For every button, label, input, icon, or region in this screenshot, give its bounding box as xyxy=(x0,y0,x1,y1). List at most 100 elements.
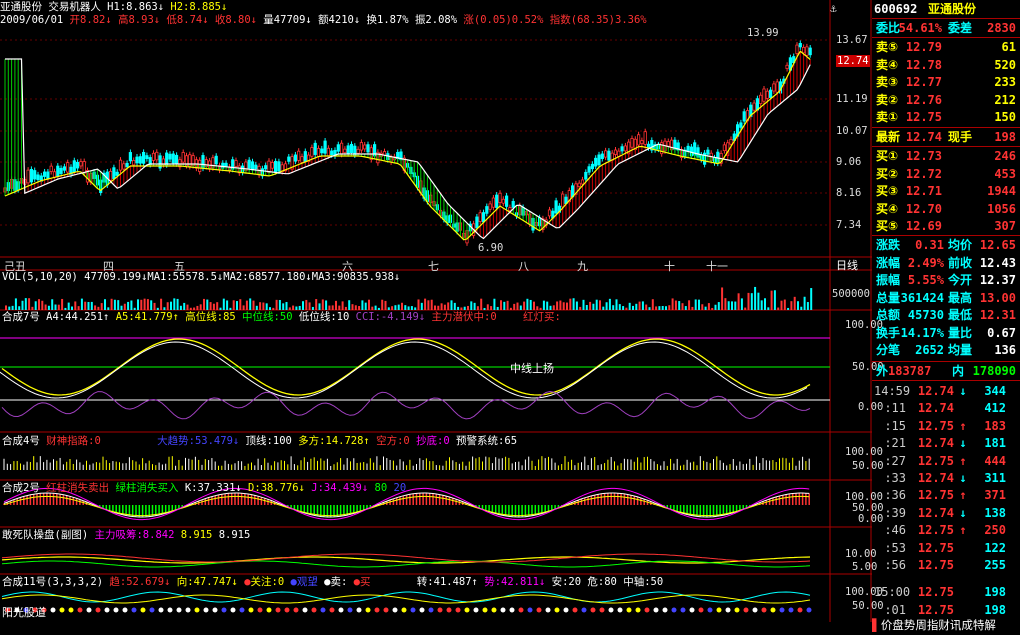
tick-price: 12.75 xyxy=(917,418,954,433)
chart-mark xyxy=(335,300,337,310)
chart-mark xyxy=(51,299,54,310)
chart-mark xyxy=(293,607,299,613)
chart-mark xyxy=(727,301,730,310)
chart-mark xyxy=(443,304,446,310)
chart-mark xyxy=(590,607,596,613)
volume-bars xyxy=(5,286,813,310)
date-tick: 八 xyxy=(518,260,529,273)
chart-mark xyxy=(236,301,238,310)
stat-value: 5.55% xyxy=(907,273,944,287)
chart-mark xyxy=(381,299,384,310)
chart-mark xyxy=(803,296,806,310)
stat-row: 振幅 5.55% 今开 12.37 xyxy=(872,272,1020,288)
chart-mark xyxy=(117,300,120,310)
chart-mark xyxy=(179,305,182,310)
chart-mark xyxy=(523,301,526,310)
chart-mark xyxy=(437,607,443,613)
tick-time: :15 xyxy=(884,418,906,433)
ind1-cci-line xyxy=(1,390,811,420)
chart-mark xyxy=(747,292,750,310)
chart-mark xyxy=(273,160,278,173)
chart-mark xyxy=(130,300,133,310)
chart-mark xyxy=(239,299,242,310)
chart-mark xyxy=(622,306,625,310)
chart-mark xyxy=(752,102,756,111)
chart-mark xyxy=(519,305,522,310)
chart-mark xyxy=(248,607,254,613)
ind1-header: 合成7号 A4:44.251↑ A5:41.779↑ 高位线:85 中位线:50… xyxy=(2,311,561,324)
chart-mark xyxy=(165,152,169,166)
chart-mark xyxy=(417,299,420,310)
chart-mark xyxy=(158,607,164,613)
tick-volume: 183 xyxy=(984,418,1006,433)
tick-time: :01 xyxy=(884,602,906,617)
chart-mark xyxy=(608,607,614,613)
chart-mark xyxy=(793,296,796,310)
chart-mark xyxy=(264,165,268,170)
chart-mark xyxy=(71,306,73,310)
chart-mark xyxy=(257,607,263,613)
chart-mark xyxy=(252,300,255,310)
chart-mark xyxy=(349,143,354,153)
chart-mark xyxy=(59,167,63,174)
chart-mark xyxy=(440,303,443,310)
row-price: 12.69 xyxy=(905,219,942,233)
ind2-df: 多方:14.728↑ xyxy=(298,435,370,447)
chart-mark xyxy=(788,607,794,613)
stock-name-panel: 亚通股份 xyxy=(928,2,977,16)
chart-mark xyxy=(196,305,199,310)
tick-row: :01 12.75 198 xyxy=(872,602,1020,618)
chart-mark xyxy=(170,301,172,310)
buy-level-row: 买② 12.72 453 xyxy=(872,166,1020,182)
period-button[interactable]: 日线 xyxy=(836,257,858,273)
chart-mark xyxy=(608,298,611,310)
chart-mark xyxy=(392,607,398,613)
chart-mark xyxy=(36,174,40,180)
tick-volume: 344 xyxy=(984,384,1006,398)
chart-mark xyxy=(354,305,357,310)
chart-mark xyxy=(529,299,532,310)
chart-mark xyxy=(797,607,803,613)
tick-time: :53 xyxy=(884,540,906,555)
bottom-tabs-label[interactable]: 价盘势周指财讯成特解 xyxy=(881,618,996,632)
tick-volume: 255 xyxy=(984,558,1006,572)
anchor-icon[interactable]: ⚓ xyxy=(830,2,837,15)
chart-mark xyxy=(701,304,704,310)
high-mark: 13.99 xyxy=(747,27,779,39)
chart-mark xyxy=(305,299,308,310)
chart-mark xyxy=(509,607,515,613)
stat-label: 换手 xyxy=(876,325,901,340)
ind4-line-a xyxy=(1,556,811,564)
chart-mark xyxy=(785,64,789,69)
tick-price: 12.75 xyxy=(917,602,954,617)
tick-price: 12.75 xyxy=(917,585,954,600)
chart-mark xyxy=(311,306,314,310)
chart-mark xyxy=(401,302,403,310)
chart-mark xyxy=(303,151,307,163)
row-volume: 1944 xyxy=(987,184,1016,198)
chart-mark xyxy=(374,607,380,613)
tick-row: :15 12.75 ↑ 183 xyxy=(872,418,1020,434)
chart-mark xyxy=(478,212,482,222)
chart-mark xyxy=(711,307,714,310)
chart-mark xyxy=(486,304,489,310)
chart-mark xyxy=(84,301,87,310)
chart-mark xyxy=(143,298,146,310)
chart-mark xyxy=(100,303,103,310)
chart-mark xyxy=(160,298,163,310)
stat-value: 12.65 xyxy=(979,238,1016,252)
stat-label: 总额 xyxy=(876,308,901,322)
chart-mark xyxy=(287,156,291,162)
chart-mark xyxy=(275,607,281,613)
chart-mark xyxy=(8,306,11,310)
chart-mark xyxy=(464,607,470,613)
chart-mark xyxy=(50,607,56,613)
chart-mark xyxy=(707,607,713,613)
chart-mark xyxy=(704,306,707,310)
chart-mark xyxy=(371,306,374,310)
tab-marker-icon: ▌ xyxy=(872,618,881,632)
stock-code: 600692 xyxy=(874,2,918,16)
row-volume: 150 xyxy=(994,110,1016,124)
chart-mark xyxy=(46,171,50,179)
bottom-tabs[interactable]: ▌价盘势周指财讯成特解 xyxy=(872,617,1020,635)
